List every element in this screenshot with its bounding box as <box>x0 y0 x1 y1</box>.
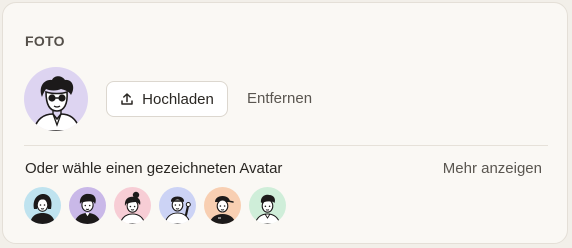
avatar-options-row <box>24 187 286 224</box>
avatar-picker-heading: Oder wähle einen gezeichneten Avatar <box>25 160 283 177</box>
avatar-option-2[interactable] <box>69 187 106 224</box>
avatar-option-3[interactable] <box>114 187 151 224</box>
avatar-option-5[interactable] <box>204 187 241 224</box>
upload-button-label: Hochladen <box>142 90 214 108</box>
show-more-link[interactable]: Mehr anzeigen <box>443 160 542 177</box>
upload-button[interactable]: Hochladen <box>106 81 228 117</box>
upload-icon <box>120 92 134 106</box>
avatar-option-6[interactable] <box>249 187 286 224</box>
section-title: FOTO <box>25 33 65 49</box>
photo-card: FOTO Hochladen Entfernen Oder wähle eine… <box>2 2 568 244</box>
remove-photo-link[interactable]: Entfernen <box>247 90 312 107</box>
avatar-option-1[interactable] <box>24 187 61 224</box>
divider <box>24 145 548 146</box>
avatar-option-4[interactable] <box>159 187 196 224</box>
current-avatar <box>24 67 88 131</box>
